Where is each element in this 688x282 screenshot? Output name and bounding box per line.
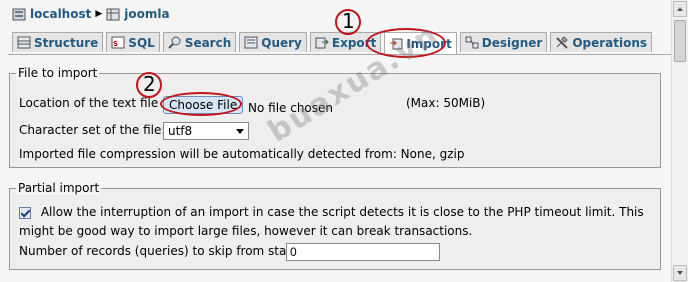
- tab-search-label: Search: [184, 35, 232, 50]
- svg-text:S: S: [113, 40, 118, 48]
- database-icon: [106, 8, 120, 20]
- export-icon: [315, 37, 329, 49]
- annotation-oval-choose-file: [160, 92, 242, 116]
- tab-designer[interactable]: Designer: [459, 32, 548, 52]
- skip-records-input[interactable]: [286, 243, 440, 261]
- allow-interrupt-checkbox[interactable]: [19, 206, 31, 219]
- arrow-down-icon: [677, 271, 683, 275]
- file-location-label: Location of the text file: [19, 96, 159, 110]
- designer-icon: [465, 36, 479, 49]
- allow-interrupt-text-2: might be good way to import large files,…: [19, 224, 473, 238]
- scroll-up-button[interactable]: [673, 1, 687, 17]
- chevron-down-icon: [236, 129, 244, 134]
- max-size-text: (Max: 50MiB): [406, 96, 486, 110]
- scroll-down-button[interactable]: [673, 265, 687, 281]
- operations-icon: [556, 36, 569, 49]
- vertical-scrollbar[interactable]: [671, 0, 688, 282]
- arrow-up-icon: [677, 7, 683, 11]
- sql-icon: S: [111, 36, 125, 49]
- allow-interrupt-row: Allow the interruption of an import in c…: [19, 205, 644, 219]
- tab-structure-label: Structure: [34, 35, 99, 50]
- breadcrumb-separator-icon: ▶: [95, 9, 103, 19]
- skip-records-row: Number of records (queries) to skip from…: [19, 244, 296, 258]
- skip-records-label: Number of records (queries) to skip from…: [19, 244, 297, 258]
- breadcrumb-server[interactable]: localhost: [30, 7, 91, 21]
- server-icon: [12, 8, 26, 20]
- charset-select-value: utf8: [168, 124, 193, 138]
- partial-import-fieldset: Partial import Allow the interruption of…: [9, 181, 661, 270]
- file-to-import-legend: File to import: [16, 66, 100, 80]
- scroll-thumb[interactable]: [674, 20, 686, 62]
- partial-import-legend: Partial import: [16, 181, 102, 195]
- annotation-number-2: 2: [143, 72, 156, 96]
- tab-sql[interactable]: S SQL: [106, 32, 160, 52]
- tab-query[interactable]: Query: [239, 32, 307, 52]
- tab-query-label: Query: [261, 35, 302, 50]
- breadcrumb-database[interactable]: joomla: [124, 7, 169, 21]
- tab-structure[interactable]: Structure: [12, 32, 104, 52]
- search-icon: [168, 36, 181, 49]
- structure-icon: [17, 36, 31, 49]
- allow-interrupt-row-2: might be good way to import large files,…: [19, 224, 472, 238]
- tab-operations[interactable]: Operations: [550, 32, 653, 52]
- allow-interrupt-text-1: Allow the interruption of an import in c…: [40, 205, 644, 219]
- phpmyadmin-page: localhost ▶ joomla Structure S SQL Searc…: [0, 0, 671, 282]
- breadcrumb: localhost ▶ joomla: [12, 5, 170, 23]
- file-location-row: Location of the text file: [19, 96, 158, 110]
- charset-row: Character set of the file:: [19, 123, 165, 137]
- compression-note-text: Imported file compression will be automa…: [19, 147, 465, 161]
- tab-bar: Structure S SQL Search Query Export Impo…: [12, 32, 653, 54]
- tabs-divider: [8, 54, 671, 55]
- compression-note: Imported file compression will be automa…: [19, 147, 465, 161]
- charset-label: Character set of the file:: [19, 123, 166, 137]
- annotation-number-1: 1: [342, 9, 355, 33]
- tab-sql-label: SQL: [128, 35, 155, 50]
- tab-search[interactable]: Search: [162, 32, 237, 52]
- tab-designer-label: Designer: [481, 35, 543, 50]
- tab-operations-label: Operations: [572, 35, 648, 50]
- query-icon: [244, 36, 258, 49]
- charset-select[interactable]: utf8: [163, 122, 249, 140]
